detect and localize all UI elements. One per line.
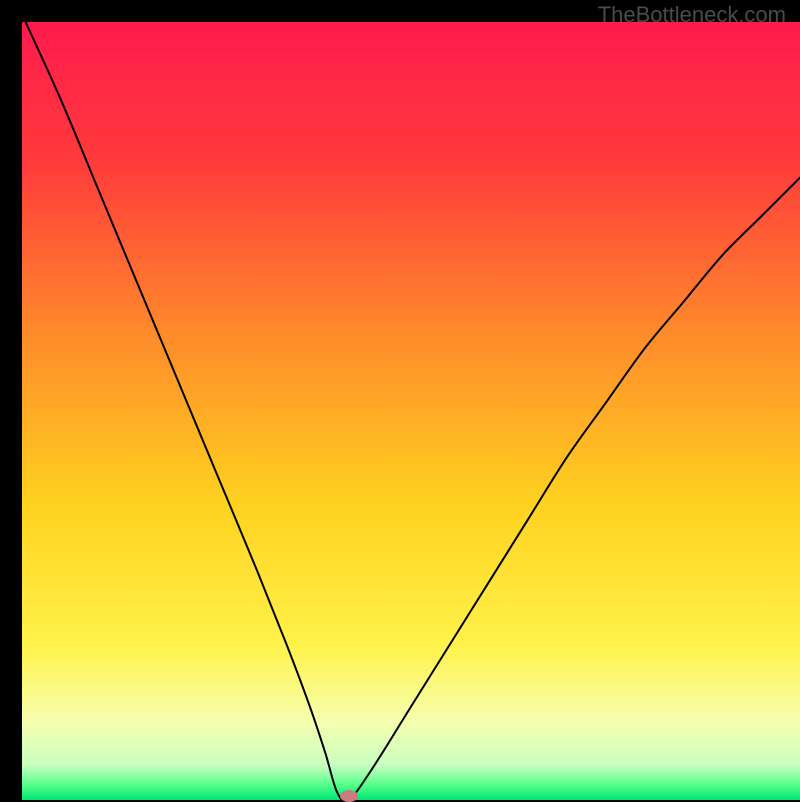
bottleneck-curve bbox=[22, 22, 800, 800]
chart-frame bbox=[11, 11, 789, 789]
watermark-text: TheBottleneck.com bbox=[598, 2, 786, 28]
optimal-point-marker bbox=[340, 790, 358, 802]
plot-area bbox=[22, 22, 800, 800]
